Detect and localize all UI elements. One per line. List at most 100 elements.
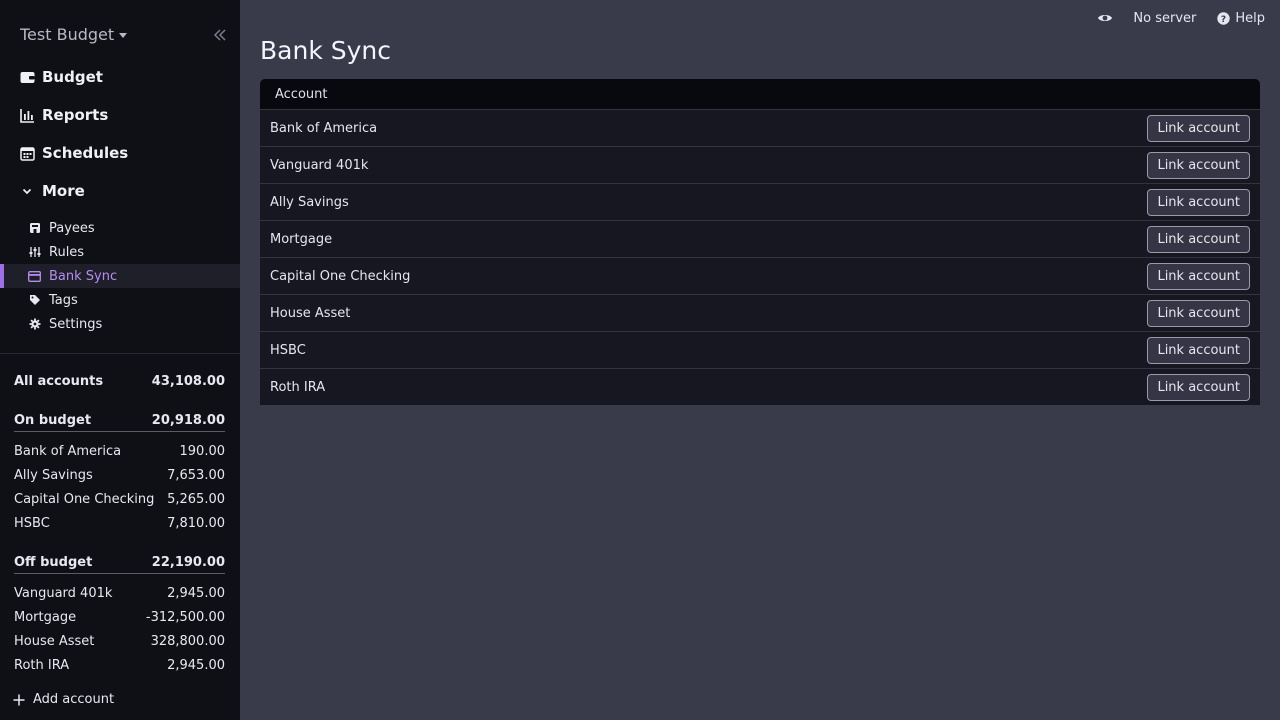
store-icon [28, 222, 41, 235]
account-row[interactable]: House Asset 328,800.00 [14, 631, 225, 651]
account-name: Capital One Checking [270, 268, 411, 284]
nav-tags[interactable]: Tags [0, 288, 240, 312]
account-name: HSBC [14, 515, 50, 531]
table-row: Bank of America Link account [260, 109, 1260, 146]
help-button[interactable]: ? Help [1217, 11, 1265, 26]
account-balance: 328,800.00 [150, 633, 225, 649]
account-name: Bank of America [270, 120, 378, 136]
nav-bank-sync[interactable]: Bank Sync [0, 264, 240, 288]
gear-icon [28, 318, 41, 331]
nav-schedules[interactable]: Schedules [0, 134, 240, 172]
off-budget-balance: 22,190.00 [151, 555, 225, 570]
account-row[interactable]: Bank of America 190.00 [14, 441, 225, 461]
on-budget-label: On budget [14, 413, 92, 428]
off-budget-row[interactable]: Off budget 22,190.00 [14, 552, 225, 574]
link-account-button[interactable]: Link account [1147, 336, 1250, 364]
account-name: Roth IRA [270, 379, 326, 395]
nav-payees-label: Payees [49, 220, 95, 236]
credit-card-icon [28, 270, 41, 283]
question-circle-icon: ? [1217, 11, 1231, 25]
account-name: HSBC [270, 342, 306, 358]
nav-budget[interactable]: Budget [0, 58, 240, 96]
page-title: Bank Sync [260, 36, 391, 65]
wallet-icon [19, 69, 35, 85]
table-header: Account [260, 79, 1260, 109]
nav-rules-label: Rules [49, 244, 85, 260]
link-account-button[interactable]: Link account [1147, 299, 1250, 327]
account-name: Mortgage [14, 609, 77, 625]
tag-icon [28, 294, 41, 307]
account-name: Ally Savings [14, 467, 93, 483]
link-account-button[interactable]: Link account [1147, 262, 1250, 290]
all-accounts-balance: 43,108.00 [151, 373, 225, 389]
sliders-icon [28, 246, 41, 259]
account-balance: -312,500.00 [145, 609, 225, 625]
account-row[interactable]: Roth IRA 2,945.00 [14, 655, 225, 675]
nav-settings[interactable]: Settings [0, 312, 240, 336]
table-row: House Asset Link account [260, 294, 1260, 331]
table-row: Vanguard 401k Link account [260, 146, 1260, 183]
on-budget-balance: 20,918.00 [151, 413, 225, 428]
nav-payees[interactable]: Payees [0, 216, 240, 240]
account-balance: 5,265.00 [167, 491, 225, 507]
account-row[interactable]: HSBC 7,810.00 [14, 513, 225, 533]
sidebar: Test Budget Budget Reports Schedules Mor… [0, 0, 240, 720]
nav-schedules-label: Schedules [42, 144, 129, 162]
main-nav: Budget Reports Schedules More [0, 58, 240, 210]
table-row: Capital One Checking Link account [260, 257, 1260, 294]
link-account-button[interactable]: Link account [1147, 114, 1250, 142]
account-name: Vanguard 401k [14, 585, 113, 601]
account-row[interactable]: Ally Savings 7,653.00 [14, 465, 225, 485]
account-row[interactable]: Mortgage -312,500.00 [14, 607, 225, 627]
nav-reports-label: Reports [42, 106, 109, 124]
all-accounts-label: All accounts [14, 373, 104, 389]
column-header-account: Account [275, 86, 328, 102]
account-balance: 2,945.00 [167, 585, 225, 601]
nav-more-label: More [42, 182, 85, 200]
bar-chart-icon [19, 107, 35, 123]
table-row: Ally Savings Link account [260, 183, 1260, 220]
account-row[interactable]: Vanguard 401k 2,945.00 [14, 583, 225, 603]
account-name: Ally Savings [270, 194, 349, 210]
link-account-button[interactable]: Link account [1147, 373, 1250, 401]
account-name: House Asset [14, 633, 95, 649]
account-name: Roth IRA [14, 657, 70, 673]
account-name: House Asset [270, 305, 351, 321]
off-budget-label: Off budget [14, 555, 93, 570]
account-row[interactable]: Capital One Checking 5,265.00 [14, 489, 225, 509]
account-balance: 7,810.00 [167, 515, 225, 531]
link-account-button[interactable]: Link account [1147, 151, 1250, 179]
account-name: Vanguard 401k [270, 157, 369, 173]
nav-rules[interactable]: Rules [0, 240, 240, 264]
account-balance: 190.00 [179, 443, 226, 459]
nav-bank-sync-label: Bank Sync [49, 268, 118, 284]
link-account-button[interactable]: Link account [1147, 225, 1250, 253]
chevron-down-icon [19, 183, 35, 199]
nav-more[interactable]: More [0, 172, 240, 210]
nav-reports[interactable]: Reports [0, 96, 240, 134]
double-chevron-left-icon[interactable] [212, 27, 228, 43]
add-account-label: Add account [33, 692, 115, 707]
bank-sync-table: Account Bank of America Link account Van… [260, 79, 1260, 405]
help-label: Help [1235, 10, 1265, 26]
table-row: HSBC Link account [260, 331, 1260, 368]
account-name: Capital One Checking [14, 491, 155, 507]
link-account-button[interactable]: Link account [1147, 188, 1250, 216]
more-submenu: Payees Rules Bank Sync Tags Settings [0, 216, 240, 336]
add-account-button[interactable]: Add account [13, 692, 114, 707]
budget-name-menu[interactable]: Test Budget [20, 25, 128, 44]
svg-text:?: ? [1221, 15, 1226, 25]
nav-budget-label: Budget [42, 68, 103, 86]
account-balance: 7,653.00 [167, 467, 225, 483]
account-name: Bank of America [14, 443, 122, 459]
server-status[interactable]: No server [1133, 11, 1196, 26]
nav-tags-label: Tags [49, 292, 78, 308]
account-balance: 2,945.00 [167, 657, 225, 673]
eye-icon[interactable] [1097, 10, 1113, 26]
all-accounts-row[interactable]: All accounts 43,108.00 [14, 371, 225, 391]
on-budget-row[interactable]: On budget 20,918.00 [14, 410, 225, 432]
caret-down-icon [119, 33, 128, 38]
budget-name: Test Budget [20, 25, 115, 44]
nav-settings-label: Settings [49, 316, 103, 332]
top-bar: No server ? Help [1097, 10, 1265, 26]
